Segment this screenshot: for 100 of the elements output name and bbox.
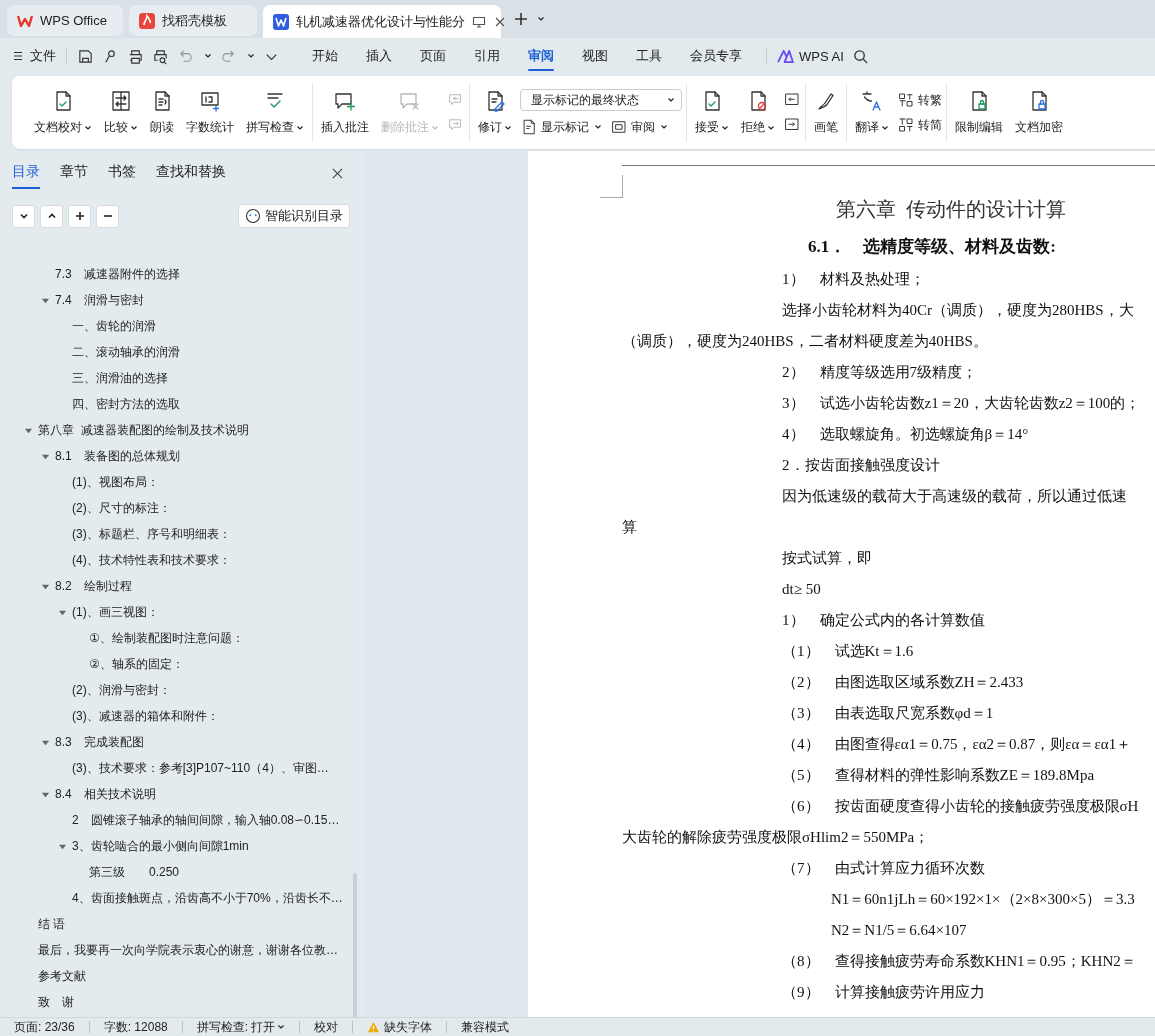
outline-item[interactable]: (1)、视图布局： bbox=[72, 473, 159, 491]
ribbon-tab[interactable]: 页面 bbox=[406, 39, 460, 73]
outline-item[interactable]: ①、绘制装配图时注意问题： bbox=[89, 629, 244, 647]
outline-item[interactable]: 致 谢 bbox=[38, 993, 74, 1011]
sidebar-tab[interactable]: 章节 bbox=[60, 163, 88, 189]
ribbon-button[interactable]: 字数统计 bbox=[182, 89, 238, 136]
ribbon-tab[interactable]: 会员专享 bbox=[676, 39, 756, 73]
ai-button[interactable]: WPS AI bbox=[777, 48, 844, 64]
ribbon-button[interactable]: 转简 bbox=[897, 116, 942, 134]
outline-item[interactable]: 最后，我要再一次向学院表示衷心的谢意，谢谢各位教… bbox=[38, 941, 338, 959]
ribbon-button[interactable]: 转繁 bbox=[897, 91, 942, 109]
sidebar-tab[interactable]: 查找和替换 bbox=[156, 163, 226, 189]
outline-item[interactable]: (1)、画三视图： bbox=[72, 603, 159, 621]
markup-select[interactable]: 显示标记的最终状态 bbox=[520, 89, 682, 111]
outline-item[interactable]: 四、密封方法的选取 bbox=[72, 395, 180, 413]
ribbon-button[interactable]: 修订 bbox=[474, 89, 516, 136]
proofread-status[interactable]: 校对 bbox=[314, 1018, 339, 1036]
add-level-button[interactable] bbox=[68, 204, 91, 228]
ribbon-button[interactable]: 翻译 bbox=[851, 89, 893, 136]
ribbon-button[interactable]: 朗读 bbox=[146, 89, 178, 136]
chevron-up-icon bbox=[46, 211, 57, 221]
ribbon-tab[interactable]: 视图 bbox=[568, 39, 622, 73]
document-tab[interactable]: WPS Office bbox=[7, 5, 123, 36]
document-text: 因为低速级的载荷大于高速级的载荷，所以通过低速 bbox=[781, 487, 1128, 506]
outline-item[interactable]: 8.3 完成装配图 bbox=[55, 733, 144, 751]
outline-item[interactable]: 8.2 绘制过程 bbox=[55, 577, 132, 595]
collapse-button[interactable] bbox=[40, 204, 63, 228]
spell-check-status[interactable]: 拼写检查: 打开 bbox=[196, 1018, 286, 1036]
search-icon[interactable] bbox=[851, 47, 869, 65]
compare-icon bbox=[109, 89, 133, 113]
ribbon-tab[interactable]: 审阅 bbox=[514, 39, 568, 73]
outline-item[interactable]: 三、润滑油的选择 bbox=[72, 369, 168, 387]
document-tab[interactable]: 找稻壳模板 bbox=[129, 5, 257, 36]
word-count[interactable]: 字数: 12088 bbox=[103, 1018, 168, 1036]
file-menu-button[interactable]: 文件 bbox=[12, 47, 56, 65]
missing-font-status[interactable]: 缺失字体 bbox=[384, 1018, 433, 1036]
template-logo-icon bbox=[139, 12, 155, 29]
sidebar-tab[interactable]: 目录 bbox=[12, 163, 40, 189]
outline-item[interactable]: (4)、技术特性表和技术要求： bbox=[72, 551, 231, 569]
save-icon[interactable] bbox=[77, 47, 94, 65]
ribbon-button[interactable]: 文档加密 bbox=[1011, 89, 1067, 136]
document-text: （1） 试选Kt＝1.6 bbox=[781, 642, 915, 661]
expand-button[interactable] bbox=[12, 204, 35, 228]
page-count[interactable]: 页面: 23/36 bbox=[14, 1018, 75, 1036]
outline-item[interactable]: 参考文献 bbox=[38, 967, 86, 985]
ribbon-button[interactable]: 审阅 bbox=[610, 118, 668, 136]
outline-item[interactable]: 结 语 bbox=[38, 915, 66, 933]
plus-icon bbox=[74, 211, 85, 221]
review-pane-icon bbox=[610, 118, 628, 136]
ribbon-button[interactable]: 接受 bbox=[691, 89, 733, 136]
outline-item[interactable]: 第三级 0.250 bbox=[89, 863, 180, 881]
chevron-down-icon bbox=[18, 211, 29, 221]
ribbon-tab[interactable]: 开始 bbox=[298, 39, 352, 73]
print-preview-icon[interactable] bbox=[152, 47, 169, 65]
ribbon-tab[interactable]: 工具 bbox=[622, 39, 676, 73]
outline-item[interactable]: 第八章 减速器装配图的绘制及技术说明 bbox=[38, 421, 249, 439]
ribbon-button[interactable]: 文档校对 bbox=[30, 89, 96, 136]
new-tab-icon[interactable] bbox=[513, 11, 529, 27]
outline-item[interactable]: (2)、尺寸的标注： bbox=[72, 499, 171, 517]
outline-item[interactable]: (3)、技术要求：参考[3]P107~110（4）、审图… bbox=[72, 759, 329, 777]
document-text: 选择小齿轮材料为40Cr（调质），硬度为280HBS，大 bbox=[781, 301, 1135, 320]
caret-icon bbox=[721, 123, 729, 132]
ribbon-button[interactable]: 显示标记 bbox=[520, 118, 602, 136]
outline-item[interactable]: (3)、减速器的箱体和附件： bbox=[72, 707, 219, 725]
outline-item[interactable]: 7.3 减速器附件的选择 bbox=[55, 265, 180, 283]
outline-item[interactable]: (3)、标题栏、序号和明细表： bbox=[72, 525, 231, 543]
caret-icon bbox=[431, 123, 439, 132]
caret-icon bbox=[296, 123, 304, 132]
caret-icon bbox=[881, 123, 889, 132]
outline-item[interactable]: 4、齿面接触斑点，沿齿高不小于70%，沿齿长不… bbox=[72, 889, 343, 907]
ribbon-tab[interactable]: 引用 bbox=[460, 39, 514, 73]
document-text: N2＝N1/5＝6.64×107 bbox=[830, 921, 968, 940]
ribbon-button[interactable]: 画笔 bbox=[810, 89, 842, 136]
sidebar-tab[interactable]: 书签 bbox=[108, 163, 136, 189]
outline-item[interactable]: 8.4 相关技术说明 bbox=[55, 785, 156, 803]
warning-icon bbox=[367, 1020, 381, 1034]
close-icon[interactable] bbox=[331, 166, 344, 180]
ribbon-button[interactable]: 拒绝 bbox=[737, 89, 779, 136]
ribbon-button[interactable]: 比较 bbox=[100, 89, 142, 136]
outline-item[interactable]: 2 圆锥滚子轴承的轴间间隙，输入轴0.08∽0.15… bbox=[72, 811, 340, 829]
outline-item[interactable]: (2)、润滑与密封： bbox=[72, 681, 171, 699]
outline-item[interactable]: ②、轴系的固定： bbox=[89, 655, 184, 673]
document-text: （5） 查得材料的弹性影响系数ZE＝189.8Mpa bbox=[781, 766, 1096, 785]
close-icon[interactable] bbox=[493, 15, 507, 29]
monitor-icon[interactable] bbox=[472, 15, 486, 29]
outline-item[interactable]: 3、齿轮啮合的最小侧向间隙1min bbox=[72, 837, 249, 855]
document-text: 2．按齿面接触强度设计 bbox=[781, 456, 941, 475]
outline-item[interactable]: 一、齿轮的润滑 bbox=[72, 317, 156, 335]
outline-item[interactable]: 二、滚动轴承的润滑 bbox=[72, 343, 180, 361]
outline-item[interactable]: 7.4 润滑与密封 bbox=[55, 291, 144, 309]
print-icon[interactable] bbox=[127, 47, 144, 65]
ribbon-button[interactable]: 限制编辑 bbox=[951, 89, 1007, 136]
ribbon-button[interactable]: 拼写检查 bbox=[242, 89, 308, 136]
document-text: （4） 由图查得εα1＝0.75，εα2＝0.87，则εα＝εα1＋ bbox=[781, 735, 1133, 754]
smart-toc-button[interactable]: 智能识别目录 bbox=[238, 204, 350, 228]
ribbon-button[interactable]: 插入批注 bbox=[317, 89, 373, 136]
ribbon-tab[interactable]: 插入 bbox=[352, 39, 406, 73]
outline-item[interactable]: 8.1 装备图的总体规划 bbox=[55, 447, 180, 465]
caret-icon bbox=[667, 96, 675, 104]
remove-level-button[interactable] bbox=[96, 204, 119, 228]
